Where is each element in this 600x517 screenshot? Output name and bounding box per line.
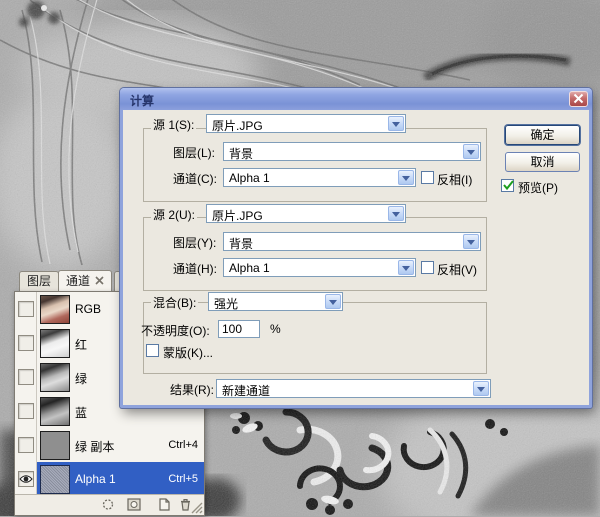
source2-channel-select[interactable]: Alpha 1: [223, 258, 416, 277]
new-channel-icon[interactable]: [157, 498, 172, 511]
chevron-down-icon[interactable]: [325, 294, 341, 309]
visibility-toggle[interactable]: [15, 326, 37, 360]
chevron-down-icon[interactable]: [398, 170, 414, 185]
visibility-toggle[interactable]: [15, 428, 37, 462]
result-select[interactable]: 新建通道: [216, 379, 491, 398]
preview-label: 预览(P): [518, 179, 558, 196]
tab-channels[interactable]: 通道: [58, 270, 112, 292]
source2-select[interactable]: 原片.JPG: [206, 204, 406, 223]
mask-label: 蒙版(K)...: [163, 344, 213, 361]
channel-name: Alpha 1: [75, 472, 116, 486]
source1-channel-label: 通道(C):: [171, 170, 219, 187]
source1-invert-label: 反相(I): [437, 171, 472, 188]
save-selection-as-channel-icon[interactable]: [127, 498, 142, 511]
chevron-down-icon[interactable]: [463, 144, 479, 159]
channel-shortcut: Ctrl+4: [168, 439, 198, 451]
source2-channel-label: 通道(H):: [171, 260, 219, 277]
source2-invert-checkbox[interactable]: [421, 261, 434, 274]
channel-row-alpha1[interactable]: Alpha 1 Ctrl+5: [15, 462, 204, 497]
dialog-title: 计算: [130, 92, 154, 109]
source2-group: [143, 217, 487, 291]
load-selection-icon[interactable]: [101, 498, 116, 511]
source2-layer-label: 图层(Y):: [171, 234, 218, 251]
opacity-unit: %: [270, 322, 281, 336]
source1-channel-select[interactable]: Alpha 1: [223, 168, 416, 187]
tab-close-icon[interactable]: [95, 271, 104, 280]
source1-select[interactable]: 原片.JPG: [206, 114, 406, 133]
eye-icon: [19, 474, 33, 484]
opacity-input[interactable]: [218, 320, 260, 338]
calculations-dialog: 计算 源 1(S): 原片.JPG 图层(L): 背景 通道(C): Alpha…: [120, 88, 592, 408]
channel-row-green-copy[interactable]: 绿 副本 Ctrl+4: [15, 428, 204, 463]
chevron-down-icon[interactable]: [388, 206, 404, 221]
channels-toolbar: [15, 494, 204, 515]
mask-checkbox[interactable]: [146, 344, 159, 357]
chevron-down-icon[interactable]: [473, 381, 489, 396]
channel-name: 绿 副本: [75, 438, 114, 455]
tab-layers-label: 图层: [27, 274, 51, 288]
opacity-label: 不透明度(O):: [141, 322, 210, 339]
chevron-down-icon[interactable]: [388, 116, 404, 131]
blend-mode-select[interactable]: 强光: [208, 292, 343, 311]
cancel-button[interactable]: 取消: [505, 152, 580, 172]
channel-thumbnail: [40, 295, 70, 324]
channel-name: 红: [75, 336, 87, 353]
check-icon: [502, 178, 516, 192]
visibility-toggle[interactable]: [15, 462, 37, 496]
source2-invert-label: 反相(V): [437, 261, 477, 278]
close-button[interactable]: [569, 91, 588, 107]
channel-thumbnail: [40, 397, 70, 426]
chevron-down-icon[interactable]: [398, 260, 414, 275]
chevron-down-icon[interactable]: [463, 234, 479, 249]
source1-layer-label: 图层(L):: [171, 144, 217, 161]
channel-thumbnail: [40, 431, 70, 460]
visibility-toggle[interactable]: [15, 394, 37, 428]
channel-thumbnail: [40, 363, 70, 392]
channel-name: RGB: [75, 302, 101, 316]
close-icon: [573, 93, 584, 104]
visibility-toggle[interactable]: [15, 360, 37, 394]
preview-checkbox[interactable]: [501, 179, 514, 192]
source1-invert-checkbox[interactable]: [421, 171, 434, 184]
source2-layer-select[interactable]: 背景: [223, 232, 481, 251]
dialog-titlebar[interactable]: 计算: [120, 88, 592, 110]
tab-channels-label: 通道: [66, 274, 90, 288]
blend-label: 混合(B):: [151, 294, 198, 311]
visibility-toggle[interactable]: [15, 292, 37, 326]
ok-button[interactable]: 确定: [505, 125, 580, 145]
result-label: 结果(R):: [170, 381, 214, 398]
channel-shortcut: Ctrl+5: [168, 473, 198, 485]
source1-label: 源 1(S):: [151, 116, 196, 133]
channel-thumbnail: [40, 329, 70, 358]
source2-label: 源 2(U):: [151, 206, 197, 223]
tab-layers[interactable]: 图层: [19, 271, 59, 292]
channel-name: 蓝: [75, 404, 87, 421]
channel-name: 绿: [75, 370, 87, 387]
source1-layer-select[interactable]: 背景: [223, 142, 481, 161]
channel-thumbnail: [40, 465, 70, 494]
panel-resize-grip[interactable]: [190, 501, 203, 514]
source1-group: [143, 128, 487, 202]
